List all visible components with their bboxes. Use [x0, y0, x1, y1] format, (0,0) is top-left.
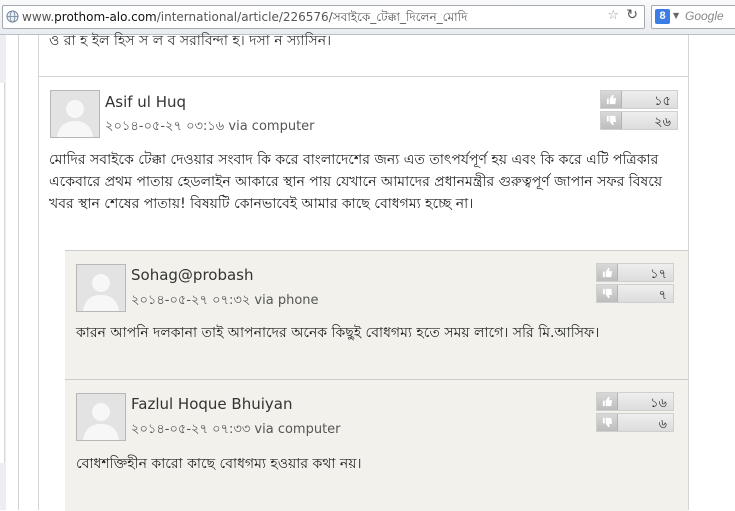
article-column-border [18, 35, 19, 510]
like-button[interactable]: ১৫ [600, 90, 678, 109]
search-placeholder: Google [685, 9, 724, 23]
comments-section: ও রা হ ইল হিস স ল ব সরাবিন্দা হ। দসা ন স… [38, 33, 689, 511]
chevron-down-icon[interactable]: ▼ [673, 11, 679, 20]
comment-meta: ২০১৪-০৫-২৭ ০৭:৩২ via phone [131, 291, 319, 312]
dislike-button[interactable]: ২৬ [600, 111, 678, 130]
reload-icon[interactable]: ↻ [626, 7, 638, 23]
dislike-count: ২৬ [654, 115, 671, 130]
thumbs-down-icon [597, 414, 618, 431]
url-host: prothom-alo.com [54, 10, 157, 24]
avatar[interactable] [76, 264, 126, 312]
thumbs-down-icon [597, 285, 618, 302]
side-panel-edge [0, 83, 5, 463]
url-prefix: www. [22, 10, 55, 24]
like-button[interactable]: ১৬ [596, 392, 674, 411]
avatar[interactable] [50, 90, 100, 138]
search-engine-icon[interactable]: 8 [655, 9, 670, 24]
thumbs-up-icon [597, 264, 618, 281]
bookmark-star-icon[interactable]: ☆ [607, 8, 619, 23]
globe-icon [6, 10, 19, 23]
comment-date: ২০১৪-০৫-২৭ ০৩:১৬ [105, 119, 225, 134]
vote-box: ১৫ ২৬ [600, 90, 678, 132]
url-path: /international/article/226576/সবাইকে_টেক… [156, 10, 468, 24]
dislike-button[interactable]: ৬ [596, 413, 674, 432]
like-count: ১৫ [654, 94, 671, 109]
like-count: ১৬ [650, 396, 667, 411]
user-silhouette-icon [77, 265, 125, 311]
user-silhouette-icon [77, 394, 125, 440]
comment-text: মোদির সবাইকে টেক্কা দেওয়ার সংবাদ কি করে… [49, 152, 663, 212]
user-silhouette-icon [51, 91, 99, 137]
comment-author[interactable]: Fazlul Hoque Bhuiyan [131, 395, 292, 413]
search-box[interactable]: 8 ▼ Google [651, 5, 735, 29]
dislike-button[interactable]: ৭ [596, 284, 674, 303]
comment-text: কারন আপনি দলকানা তাই আপনাদের অনেক কিছুই … [76, 325, 600, 341]
comment-date: ২০১৪-০৫-২৭ ০৭:৩২ [131, 293, 251, 308]
comment-via: via computer [254, 422, 341, 437]
comment-meta: ২০১৪-০৫-২৭ ০৭:৩৩ via computer [131, 420, 341, 441]
avatar[interactable] [76, 393, 126, 441]
dislike-count: ৭ [658, 288, 667, 303]
reply: Fazlul Hoque Bhuiyan ২০১৪-০৫-২৭ ০৭:৩৩ vi… [65, 379, 688, 511]
comment-via: via phone [254, 293, 319, 308]
comment-author[interactable]: Sohag@probash [131, 266, 254, 284]
vote-box: ১৭ ৭ [596, 263, 674, 305]
comment: Asif ul Huq ২০১৪-০৫-২৭ ০৩:১৬ via compute… [39, 35, 688, 250]
comment-date: ২০১৪-০৫-২৭ ০৭:৩৩ [131, 422, 251, 437]
thumbs-up-icon [597, 393, 618, 410]
like-button[interactable]: ১৭ [596, 263, 674, 282]
thumbs-up-icon [601, 91, 622, 108]
vote-box: ১৬ ৬ [596, 392, 674, 434]
comment-author[interactable]: Asif ul Huq [105, 93, 186, 111]
address-bar[interactable]: www.prothom-alo.com/international/articl… [2, 5, 645, 29]
comment-meta: ২০১৪-০৫-২৭ ০৩:১৬ via computer [105, 117, 315, 138]
comment-via: via computer [228, 119, 315, 134]
reply: Sohag@probash ২০১৪-০৫-২৭ ০৭:৩২ via phone… [65, 250, 688, 380]
dislike-count: ৬ [658, 417, 667, 432]
like-count: ১৭ [650, 267, 667, 282]
url-text: www.prothom-alo.com/international/articl… [22, 9, 467, 29]
comment-text: বোধশক্তিহীন কারো কাছে বোধগম্য হওয়ার কথা… [76, 456, 362, 472]
thumbs-down-icon [601, 112, 622, 129]
